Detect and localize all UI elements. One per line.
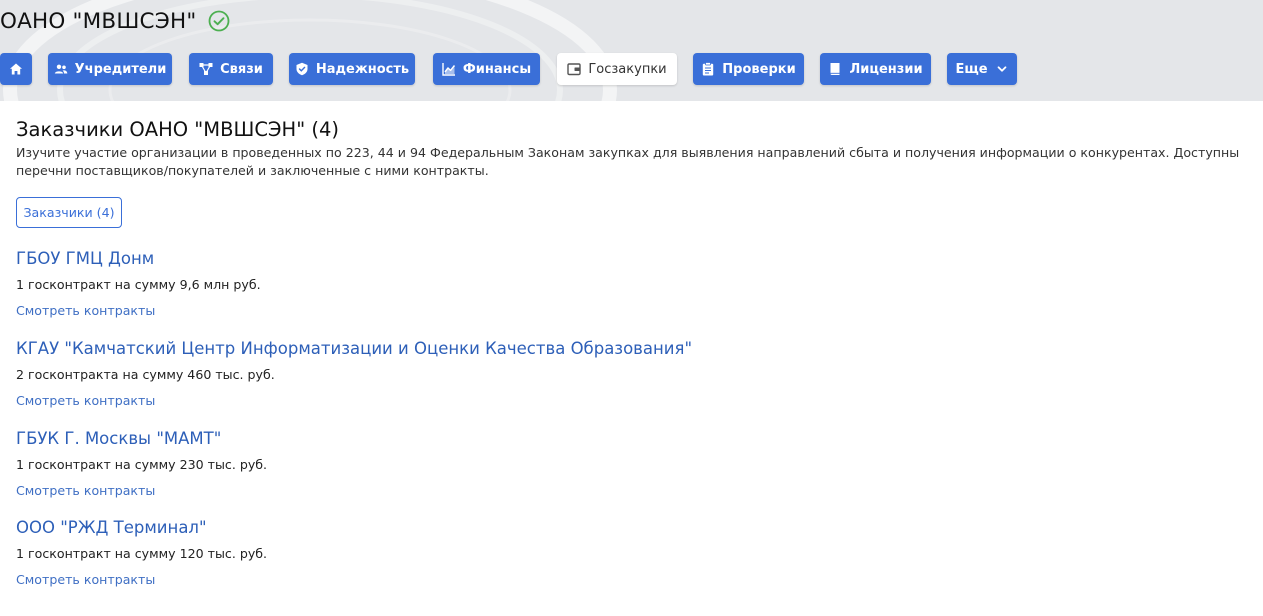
tab-founders-label: Учредители bbox=[74, 61, 167, 77]
customers-filter-button[interactable]: Заказчики (4) bbox=[16, 197, 122, 228]
graph-icon bbox=[199, 62, 213, 76]
contract-summary: 1 госконтракт на сумму 230 тыс. руб. bbox=[16, 457, 268, 472]
tab-finance-label: Финансы bbox=[462, 61, 532, 77]
tab-finance[interactable]: Финансы bbox=[433, 53, 540, 85]
tab-reliability-label: Надежность bbox=[315, 61, 410, 77]
home-button[interactable] bbox=[0, 53, 32, 85]
page-header: ОАНО "МВШСЭН" Учредители Связи Надежност… bbox=[0, 0, 1263, 101]
shield-icon bbox=[295, 62, 309, 76]
view-contracts-link[interactable]: Смотреть контракты bbox=[16, 572, 155, 587]
clipboard-icon bbox=[701, 62, 715, 76]
contract-summary: 1 госконтракт на сумму 9,6 млн руб. bbox=[16, 277, 261, 292]
company-name: ОАНО "МВШСЭН" bbox=[0, 8, 197, 34]
company-title-row: ОАНО "МВШСЭН" bbox=[0, 6, 230, 36]
tab-procurement-label: Госзакупки bbox=[588, 61, 667, 77]
section-nav: Учредители Связи Надежность Финансы Госз bbox=[0, 53, 1263, 85]
tab-founders[interactable]: Учредители bbox=[48, 53, 172, 85]
tab-procurement[interactable]: Госзакупки bbox=[557, 53, 677, 85]
home-icon bbox=[9, 62, 23, 76]
view-contracts-link[interactable]: Смотреть контракты bbox=[16, 303, 155, 318]
customer-name-link[interactable]: ГБОУ ГМЦ Донм bbox=[16, 249, 154, 268]
chevron-down-icon bbox=[995, 62, 1009, 76]
tab-inspections-label: Проверки bbox=[722, 61, 796, 77]
view-contracts-link[interactable]: Смотреть контракты bbox=[16, 483, 155, 498]
contract-summary: 2 госконтракта на сумму 460 тыс. руб. bbox=[16, 367, 275, 382]
tab-licenses[interactable]: Лицензии bbox=[820, 53, 931, 85]
book-icon bbox=[828, 62, 842, 76]
tab-inspections[interactable]: Проверки bbox=[693, 53, 804, 85]
people-icon bbox=[54, 62, 68, 76]
customer-name-link[interactable]: КГАУ "Камчатский Центр Информатизации и … bbox=[16, 339, 692, 358]
chart-icon bbox=[442, 62, 456, 76]
contract-summary: 1 госконтракт на сумму 120 тыс. руб. bbox=[16, 546, 268, 561]
tab-licenses-label: Лицензии bbox=[849, 61, 923, 77]
tab-links-label: Связи bbox=[220, 61, 263, 77]
customer-name-link[interactable]: ГБУК Г. Москвы "МАМТ" bbox=[16, 429, 221, 448]
check-circle-icon bbox=[208, 10, 230, 32]
wallet-icon bbox=[567, 62, 582, 76]
more-dropdown-label: Еще bbox=[955, 61, 988, 77]
more-dropdown[interactable]: Еще bbox=[947, 53, 1017, 85]
customer-name-link[interactable]: ООО "РЖД Терминал" bbox=[16, 518, 207, 537]
tab-links[interactable]: Связи bbox=[189, 53, 273, 85]
page-title: Заказчики ОАНО "МВШСЭН" (4) bbox=[16, 118, 339, 141]
tab-reliability[interactable]: Надежность bbox=[289, 53, 415, 85]
page-description: Изучите участие организации в проведенны… bbox=[16, 145, 1240, 178]
view-contracts-link[interactable]: Смотреть контракты bbox=[16, 393, 155, 408]
